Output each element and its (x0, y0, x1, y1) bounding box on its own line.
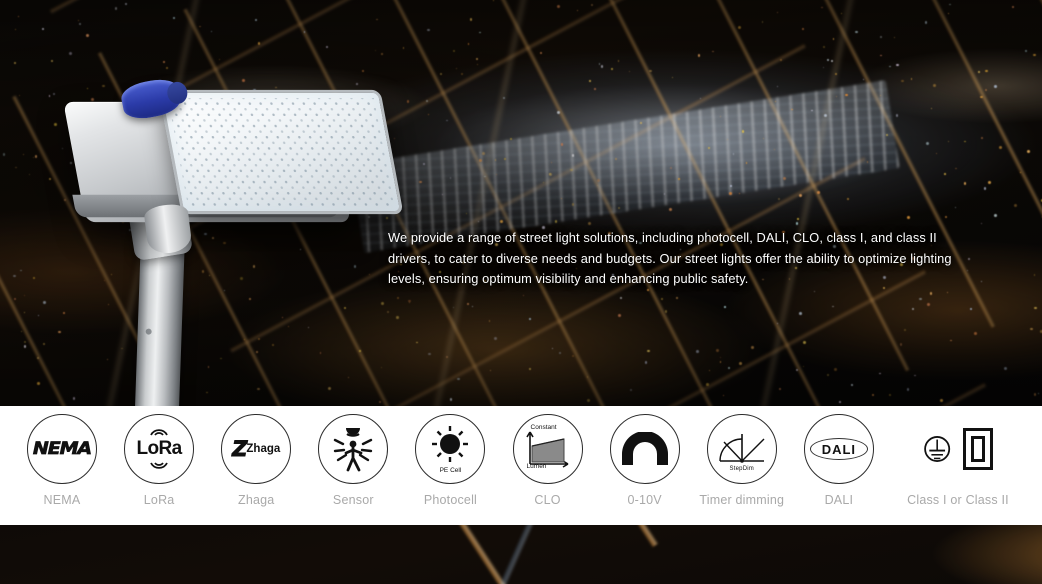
zhaga-logo: Z Zhaga (232, 437, 281, 462)
feature-nema[interactable]: NEMA NEMA (14, 414, 110, 507)
zhaga-logo-text: Zhaga (246, 443, 281, 455)
feature-photocell[interactable]: PE Cell Photocell (402, 414, 498, 507)
photocell-pecell-label: PE Cell (439, 467, 462, 474)
nema-logo-text: NEMA (32, 439, 93, 460)
feature-sensor[interactable]: Sensor (305, 414, 401, 507)
feature-label-photocell: Photocell (423, 493, 478, 507)
feature-clo[interactable]: Constant Lumen CLO (500, 414, 596, 507)
feature-label-timer-dimming: Timer dimming (699, 493, 785, 507)
class-i-earth-icon (924, 436, 951, 462)
feature-label-nema: NEMA (43, 493, 81, 507)
feature-label-class: Class I or Class II (907, 493, 1009, 507)
clo-axis-lumen-label: Lumen (526, 463, 547, 470)
zhaga-z-mark: Z (232, 437, 248, 462)
clo-icon: Constant Lumen (512, 414, 583, 484)
page-root: We provide a range of street light solut… (0, 0, 1042, 584)
dali-logo-text: DALI (821, 441, 857, 457)
street-light-fixture (60, 55, 440, 406)
feature-label-0-10v: 0-10V (627, 493, 662, 507)
led-panel (158, 89, 404, 215)
feature-0-10v[interactable]: 0-10V (597, 414, 693, 507)
nema-icon: NEMA (27, 414, 97, 484)
feature-label-clo: CLO (534, 493, 561, 507)
feature-label-zhaga: Zhaga (237, 493, 275, 507)
lora-logo-text: LoRa (136, 438, 183, 459)
clo-axis-constant-label: Constant (530, 424, 557, 431)
lora-signal-arc-top (150, 429, 168, 436)
feature-class-i-or-ii[interactable]: Class I or Class II (888, 414, 1028, 507)
photocell-icon: PE Cell (415, 414, 486, 484)
lora-signal-arc-bottom (150, 462, 168, 469)
timer-dimming-icon: StepDim (706, 414, 777, 484)
feature-label-lora: LoRa (143, 493, 175, 507)
dimming-arch-icon (609, 414, 680, 484)
hero-banner: We provide a range of street light solut… (0, 0, 1042, 406)
feature-timer-dimming[interactable]: StepDim Timer dimming (694, 414, 790, 507)
feature-lora[interactable]: LoRa LoRa (111, 414, 207, 507)
motion-sensor-glyph (334, 428, 373, 472)
feature-zhaga[interactable]: Z Zhaga Zhaga (208, 414, 304, 507)
lora-logo: LoRa (136, 429, 183, 469)
zhaga-icon: Z Zhaga (221, 414, 292, 484)
sun-glyph (432, 425, 469, 462)
hero-paragraph: We provide a range of street light solut… (388, 230, 952, 286)
stepdim-label: StepDim (729, 466, 754, 472)
footer-city-strip (0, 525, 1042, 584)
lora-icon: LoRa (124, 414, 195, 484)
class-ii-double-square-icon (963, 428, 993, 470)
led-diode-array (167, 98, 395, 206)
class-symbols-group (922, 414, 993, 484)
arch-glyph (621, 432, 668, 465)
feature-dali[interactable]: DALI DALI (791, 414, 887, 507)
motion-sensor-icon (318, 414, 389, 484)
dali-icon: DALI (803, 414, 874, 484)
feature-label-sensor: Sensor (332, 493, 374, 507)
feature-label-dali: DALI (824, 493, 854, 507)
feature-icon-band: NEMA NEMA LoRa LoRa Z Zhaga Zhaga Sensor… (0, 406, 1042, 525)
